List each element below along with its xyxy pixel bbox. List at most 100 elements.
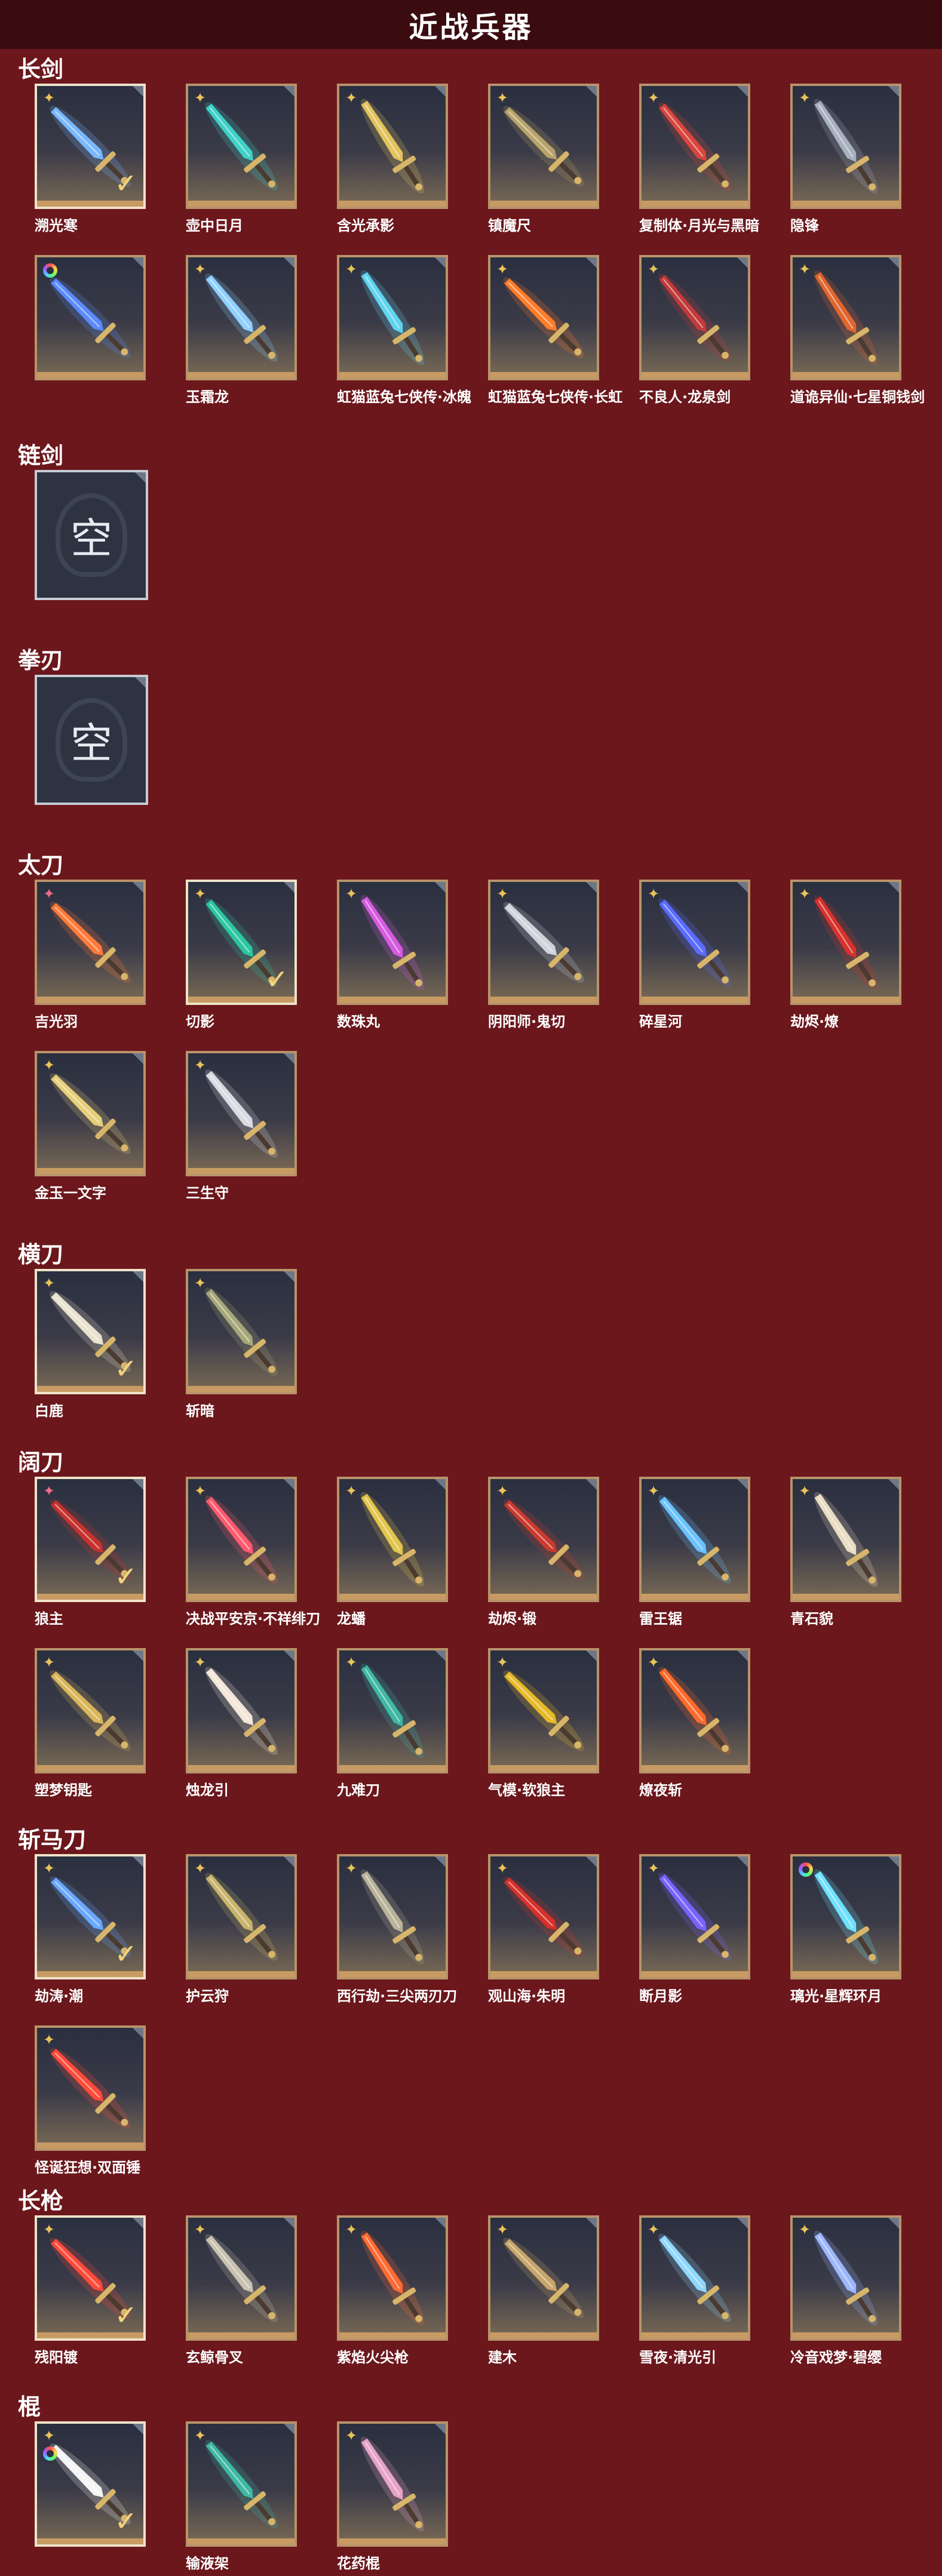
weapon-name: 白鹿 (35, 1403, 63, 1419)
gold-star-rank-icon: ✦ (345, 2427, 358, 2444)
weapon-item[interactable]: ✦ ✓ (35, 2421, 154, 2552)
card-bottom-bar (490, 1594, 597, 1600)
weapon-item[interactable]: ✦ 隐锋 (790, 84, 910, 235)
weapon-card: ✦ ✓ (186, 880, 297, 1005)
weapon-item[interactable]: ✦ 玄鲸骨叉 (186, 2215, 305, 2366)
weapon-card: ✦ (35, 2025, 146, 2151)
weapon-item[interactable]: ✦ 劫烬·锻 (488, 1477, 607, 1628)
weapon-name: 数珠丸 (337, 1013, 380, 1030)
weapon-item[interactable]: ✦ 输液架 (186, 2421, 305, 2572)
weapon-item[interactable]: ✦ 虹猫蓝兔七侠传·长虹 (488, 255, 622, 406)
card-bottom-bar (490, 1765, 597, 1771)
pink-star-rank-icon: ✦ (42, 886, 56, 902)
weapon-card: ✦ (337, 1648, 448, 1773)
weapon-item[interactable]: ✦ ✓ 白鹿 (35, 1269, 154, 1420)
weapon-item[interactable]: ✦ 复制体·月光与黑暗 (639, 84, 759, 235)
weapon-card: ✦ (790, 84, 901, 209)
weapon-item[interactable]: ✦ 不良人·龙泉剑 (639, 255, 759, 406)
section-title: 长剑 (18, 56, 64, 82)
empty-slot[interactable]: 空 (35, 470, 154, 600)
weapon-name: 切影 (186, 1013, 214, 1030)
weapon-item[interactable] (35, 255, 154, 385)
weapon-item[interactable]: ✦ 燎夜斩 (639, 1648, 759, 1799)
weapon-item[interactable]: ✦ 西行劫·三尖两刃刀 (337, 1854, 457, 2005)
weapon-item[interactable]: ✦ ✓ 劫涛·潮 (35, 1854, 154, 2005)
weapon-card: ✦ (639, 1477, 750, 1602)
card-bottom-bar (642, 372, 748, 378)
weapon-item[interactable]: ✦ 镇魔尺 (488, 84, 607, 235)
weapon-item[interactable]: ✦ ✓ 残阳镀 (35, 2215, 154, 2366)
card-bottom-bar (793, 372, 899, 378)
card-bottom-bar (793, 1594, 899, 1600)
weapon-item[interactable]: ✦ 劫烬·燎 (790, 880, 910, 1031)
weapon-item[interactable]: ✦ 塑梦钥匙 (35, 1648, 154, 1799)
weapon-card: ✦ (337, 1854, 448, 1979)
card-bottom-bar (188, 1386, 294, 1392)
weapon-item[interactable]: ✦ 虹猫蓝兔七侠传·冰魄 (337, 255, 471, 406)
weapon-item[interactable]: ✦ 道诡异仙·七星铜钱剑 (790, 255, 925, 406)
weapon-item[interactable]: ✦ 九难刀 (337, 1648, 456, 1799)
gold-star-rank-icon: ✦ (194, 886, 207, 902)
weapon-card: ✦ (488, 2215, 599, 2341)
gold-star-rank-icon: ✦ (194, 1275, 207, 1292)
weapon-item[interactable]: ✦ 观山海·朱明 (488, 1854, 607, 2005)
card-bottom-bar (188, 201, 294, 207)
gold-star-rank-icon: ✦ (42, 2031, 56, 2048)
gold-star-rank-icon: ✦ (496, 2221, 509, 2238)
card-bottom-bar (188, 997, 294, 1003)
gold-star-rank-icon: ✦ (496, 886, 509, 902)
section-title: 拳刃 (18, 647, 64, 674)
card-bottom-bar (37, 1971, 143, 1977)
weapon-item[interactable]: ✦ 龙蟠 (337, 1477, 456, 1628)
gold-star-rank-icon: ✦ (647, 261, 660, 278)
weapon-item[interactable]: ✦ 金玉一文字 (35, 1051, 154, 1202)
weapon-item[interactable]: ✦ 含光承影 (337, 84, 456, 235)
weapon-card: ✦ (790, 255, 901, 380)
weapon-item[interactable]: ✦ 雪夜·清光引 (639, 2215, 759, 2366)
weapon-name: 气模·软狼主 (488, 1782, 566, 1799)
weapon-card: ✦ (186, 84, 297, 209)
card-bottom-bar (339, 2538, 446, 2544)
weapon-name: 雪夜·清光引 (639, 2349, 717, 2366)
gold-star-rank-icon: ✦ (345, 1860, 358, 1877)
weapon-name: 玉霜龙 (186, 389, 229, 405)
weapon-card: ✦ (639, 1854, 750, 1979)
weapon-item[interactable]: ✦ 冷音戏梦·碧缨 (790, 2215, 910, 2366)
weapon-name: 阴阳师·鬼切 (488, 1013, 566, 1030)
weapon-item[interactable]: ✦ 青石貌 (790, 1477, 910, 1628)
weapon-item[interactable]: ✦ 雷王锯 (639, 1477, 759, 1628)
weapon-item[interactable]: ✦ 护云狩 (186, 1854, 305, 2005)
weapon-card: ✦ (790, 1477, 901, 1602)
weapon-name: 青石貌 (790, 1610, 833, 1627)
weapon-item[interactable]: ✦ 碎星河 (639, 880, 759, 1031)
card-bottom-bar (339, 1971, 446, 1977)
weapon-item[interactable]: ✦ 断月影 (639, 1854, 759, 2005)
weapon-item[interactable]: ✦ 建木 (488, 2215, 607, 2366)
weapon-item[interactable]: ✦ 吉光羽 (35, 880, 154, 1031)
weapon-item[interactable]: ✦ ✓ 狼主 (35, 1477, 154, 1628)
weapon-item[interactable]: ✦ ✓ 切影 (186, 880, 305, 1031)
weapon-item[interactable]: ✦ 怪诞狂想·双面锤 (35, 2025, 154, 2177)
weapon-item[interactable]: ✦ 三生守 (186, 1051, 305, 1202)
weapon-card: ✦ (186, 2421, 297, 2547)
weapon-item[interactable]: ✦ 决战平安京·不祥绯刀 (186, 1477, 320, 1628)
weapon-card: ✦ (186, 255, 297, 380)
weapon-card: ✦ (639, 880, 750, 1005)
weapon-item[interactable]: ✦ 烛龙引 (186, 1648, 305, 1799)
card-bottom-bar (37, 2332, 143, 2338)
card-bottom-bar (37, 2142, 143, 2148)
weapon-item[interactable]: ✦ 壶中日月 (186, 84, 305, 235)
weapon-item[interactable]: ✦ 紫焰火尖枪 (337, 2215, 456, 2366)
owned-check-icon: ✓ (114, 1560, 137, 1593)
weapon-item[interactable]: ✦ 花药棍 (337, 2421, 456, 2572)
weapon-item[interactable]: ✦ 气模·软狼主 (488, 1648, 607, 1799)
card-bottom-bar (793, 1971, 899, 1977)
weapon-item[interactable]: 璃光·星辉环月 (790, 1854, 910, 2005)
weapon-item[interactable]: ✦ 阴阳师·鬼切 (488, 880, 607, 1031)
weapon-item[interactable]: ✦ ✓ 溯光寒 (35, 84, 154, 235)
weapon-item[interactable]: ✦ 斩暗 (186, 1269, 305, 1420)
empty-slot[interactable]: 空 (35, 675, 154, 805)
weapon-item[interactable]: ✦ 玉霜龙 (186, 255, 305, 406)
weapon-item[interactable]: ✦ 数珠丸 (337, 880, 456, 1031)
card-bottom-bar (642, 1594, 748, 1600)
